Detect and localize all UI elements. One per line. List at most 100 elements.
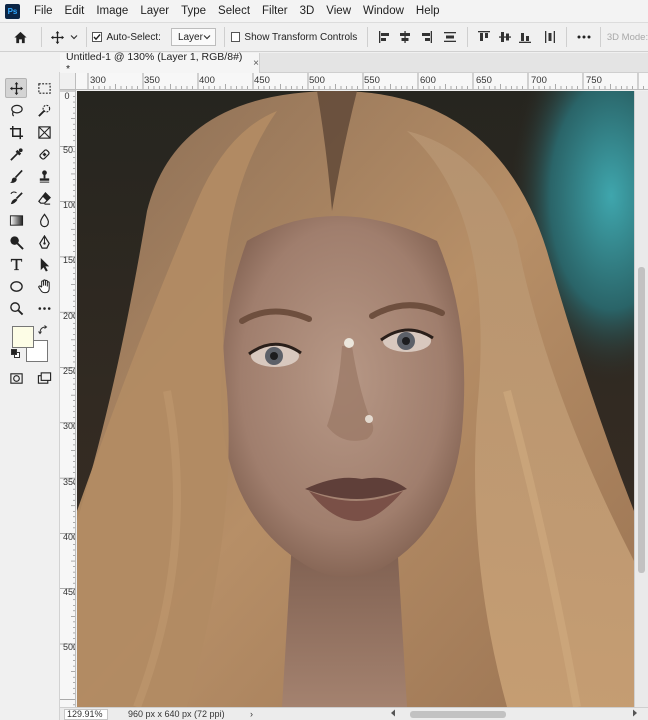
chevron-down-icon[interactable]	[68, 26, 79, 48]
ruler-label: 200	[63, 311, 75, 321]
ruler-label: 150	[63, 255, 75, 265]
menu-help[interactable]: Help	[410, 5, 446, 17]
ruler-label: 700	[531, 75, 547, 86]
lasso-tool[interactable]	[5, 100, 27, 120]
options-bar: Auto-Select: Layer Show Transform Contro…	[0, 22, 648, 52]
vertical-scroll-thumb[interactable]	[638, 267, 645, 573]
hand-icon	[37, 278, 50, 293]
quick-mask-button[interactable]	[5, 368, 27, 388]
menu-image[interactable]: Image	[90, 5, 134, 17]
3d-mode-label: 3D Mode:	[606, 31, 648, 43]
auto-select-checkbox[interactable]	[92, 32, 103, 42]
path-selection-tool[interactable]	[33, 254, 55, 274]
menu-bar: Ps File Edit Image Layer Type Select Fil…	[0, 0, 648, 22]
dodge-tool[interactable]	[5, 232, 27, 252]
menu-edit[interactable]: Edit	[59, 5, 91, 17]
move-tool-preset-icon[interactable]	[48, 26, 69, 48]
edit-toolbar-button[interactable]	[33, 298, 55, 318]
status-menu-arrow-icon[interactable]: ›	[250, 709, 253, 719]
eyedropper-tool[interactable]	[5, 144, 27, 164]
history-brush-tool[interactable]	[5, 188, 27, 208]
menu-select[interactable]: Select	[212, 5, 256, 17]
ruler-label: 500	[309, 75, 325, 86]
pen-icon	[38, 234, 50, 249]
move-tool[interactable]	[5, 78, 27, 98]
screen-mode-button[interactable]	[33, 368, 55, 388]
menu-file[interactable]: File	[28, 5, 59, 17]
ruler-label: 400	[63, 532, 75, 542]
align-top-icon[interactable]	[474, 26, 495, 48]
align-vertical-center-icon[interactable]	[494, 26, 515, 48]
magnifier-icon	[9, 301, 23, 315]
pen-tool[interactable]	[33, 232, 55, 252]
ruler-label: 400	[199, 75, 215, 86]
dodge-icon	[9, 235, 24, 250]
portrait-image	[77, 91, 634, 707]
horizontal-ruler[interactable]: 300 350 400 450 500 550 600 650 700 750	[76, 73, 648, 90]
more-options-icon[interactable]	[573, 26, 594, 48]
marquee-tool[interactable]	[33, 78, 55, 98]
quick-selection-tool[interactable]	[33, 100, 55, 120]
ruler-label: 0	[64, 91, 70, 101]
document-canvas[interactable]	[77, 91, 634, 707]
align-horizontal-center-icon[interactable]	[395, 26, 416, 48]
gradient-icon	[9, 214, 23, 226]
distribute-horizontal-icon[interactable]	[540, 26, 561, 48]
scroll-right-icon[interactable]	[632, 709, 638, 719]
close-icon[interactable]: ×	[253, 58, 259, 69]
show-transform-checkbox[interactable]	[230, 32, 241, 42]
tab-untitled-1[interactable]: Untitled-1 @ 130% (Layer 1, RGB/8#) * ×	[60, 51, 260, 75]
align-bottom-icon[interactable]	[515, 26, 536, 48]
ruler-label: 450	[254, 75, 270, 86]
scroll-left-icon[interactable]	[390, 709, 396, 719]
hand-tool[interactable]	[33, 276, 55, 296]
foreground-color-swatch[interactable]	[12, 326, 34, 348]
zoom-level-field[interactable]: 129.91%	[64, 709, 108, 720]
eyedropper-icon	[9, 147, 23, 161]
stamp-icon	[39, 169, 49, 183]
ruler-origin[interactable]	[60, 73, 76, 90]
more-tools-icon	[38, 306, 50, 310]
separator	[40, 27, 42, 47]
menu-window[interactable]: Window	[357, 5, 410, 17]
align-left-icon[interactable]	[374, 26, 395, 48]
default-colors-icon[interactable]	[11, 349, 21, 359]
menu-3d[interactable]: 3D	[294, 5, 321, 17]
layer-dropdown[interactable]: Layer	[170, 28, 216, 46]
zoom-tool[interactable]	[5, 298, 27, 318]
menu-filter[interactable]: Filter	[256, 5, 294, 17]
ruler-label: 600	[420, 75, 436, 86]
auto-select-label: Auto-Select:	[106, 31, 161, 43]
brush-tool[interactable]	[5, 166, 27, 186]
gradient-tool[interactable]	[5, 210, 27, 230]
vertical-ruler[interactable]: 0 50 100 150 200 250 300 350 400 450 500	[60, 90, 76, 707]
ellipse-tool[interactable]	[5, 276, 27, 296]
ruler-label: 100	[63, 200, 75, 210]
document-info: 960 px x 640 px (72 ppi)	[128, 709, 225, 719]
frame-tool[interactable]	[33, 122, 55, 142]
menu-view[interactable]: View	[320, 5, 357, 17]
horizontal-scroll-thumb[interactable]	[410, 711, 506, 718]
healing-brush-tool[interactable]	[33, 144, 55, 164]
photoshop-logo-icon[interactable]: Ps	[5, 3, 20, 19]
screen-mode-icon	[37, 371, 51, 384]
show-transform-label: Show Transform Controls	[244, 31, 358, 43]
menu-type[interactable]: Type	[175, 5, 212, 17]
frame-icon	[37, 125, 51, 139]
eraser-tool[interactable]	[33, 188, 55, 208]
tools-panel	[0, 72, 60, 720]
rectangular-marquee-icon	[37, 82, 51, 94]
menu-layer[interactable]: Layer	[134, 5, 175, 17]
lasso-icon	[10, 104, 23, 117]
blur-tool[interactable]	[33, 210, 55, 230]
vertical-scrollbar[interactable]	[634, 91, 648, 707]
home-icon[interactable]	[10, 26, 31, 48]
brush-icon	[9, 169, 23, 183]
clone-stamp-tool[interactable]	[33, 166, 55, 186]
ruler-label: 500	[63, 642, 75, 652]
align-right-icon[interactable]	[415, 26, 436, 48]
swap-colors-icon[interactable]	[38, 325, 48, 338]
type-tool[interactable]	[5, 254, 27, 274]
crop-tool[interactable]	[5, 122, 27, 142]
distribute-vertical-icon[interactable]	[440, 26, 461, 48]
